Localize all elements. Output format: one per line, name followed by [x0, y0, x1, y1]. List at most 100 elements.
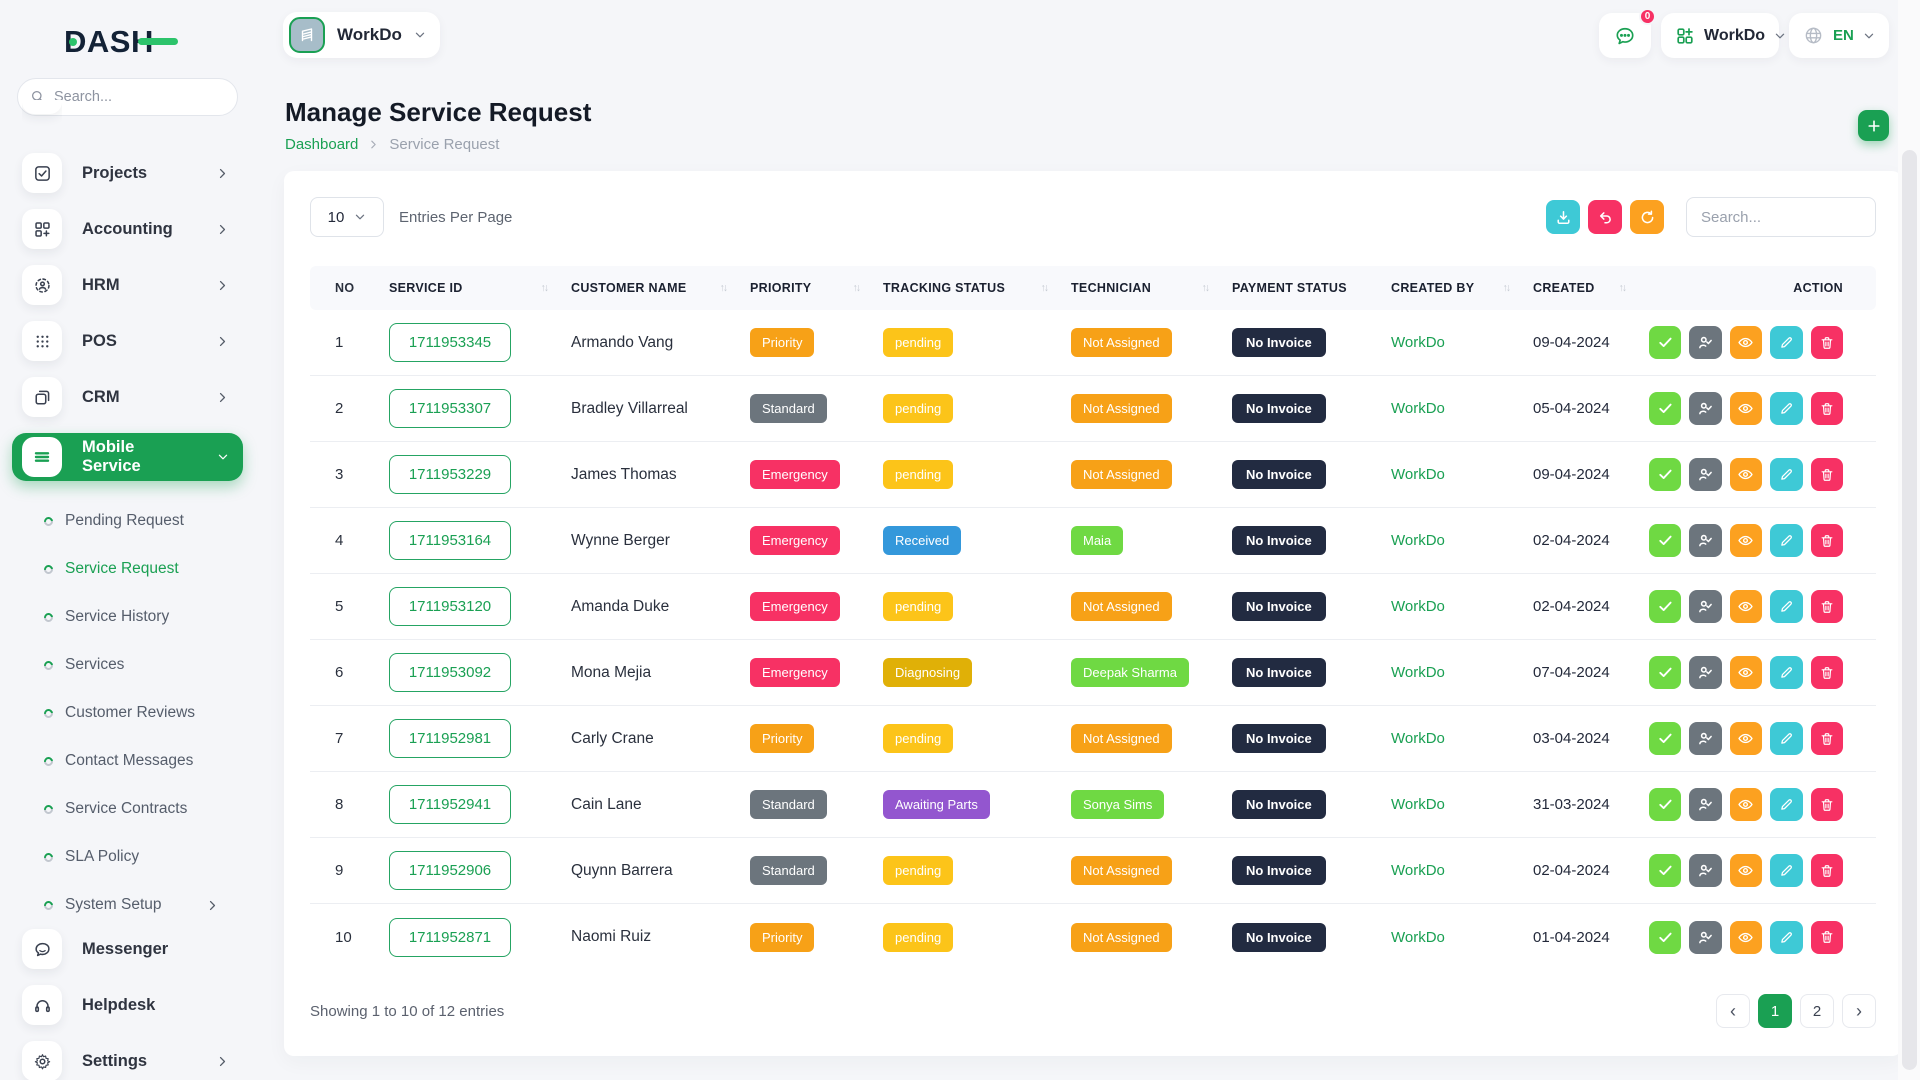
- sort-icon[interactable]: ↑↓: [1619, 282, 1626, 294]
- dash-logo[interactable]: DASH: [64, 24, 154, 60]
- sidebar-subitem-system-setup[interactable]: System Setup: [0, 881, 255, 929]
- edit-button[interactable]: [1770, 921, 1802, 954]
- page-scrollbar[interactable]: [1898, 0, 1920, 1080]
- sidebar-subitem-service-contracts[interactable]: Service Contracts: [0, 785, 255, 833]
- column-header-tracking-status[interactable]: TRACKING STATUS↑↓: [879, 281, 1067, 295]
- approve-button[interactable]: [1649, 854, 1681, 887]
- service-id-link[interactable]: 1711952981: [389, 719, 511, 758]
- created-by-link[interactable]: WorkDo: [1387, 598, 1529, 615]
- edit-button[interactable]: [1770, 722, 1802, 755]
- sidebar-item-crm[interactable]: CRM: [22, 377, 243, 417]
- service-id-link[interactable]: 1711953120: [389, 587, 511, 626]
- created-by-link[interactable]: WorkDo: [1387, 796, 1529, 813]
- breadcrumb-dashboard-link[interactable]: Dashboard: [285, 136, 358, 153]
- delete-button[interactable]: [1811, 788, 1843, 821]
- user-menu[interactable]: WorkDo: [1661, 13, 1779, 58]
- view-button[interactable]: [1730, 458, 1762, 491]
- created-by-link[interactable]: WorkDo: [1387, 532, 1529, 549]
- sidebar-subitem-contact-messages[interactable]: Contact Messages: [0, 737, 255, 785]
- created-by-link[interactable]: WorkDo: [1387, 862, 1529, 879]
- approve-button[interactable]: [1649, 921, 1681, 954]
- service-id-link[interactable]: 1711952906: [389, 851, 511, 890]
- approve-button[interactable]: [1649, 788, 1681, 821]
- view-button[interactable]: [1730, 854, 1762, 887]
- delete-button[interactable]: [1811, 524, 1843, 557]
- assign-technician-button[interactable]: [1689, 854, 1721, 887]
- export-button[interactable]: [1546, 200, 1580, 234]
- column-header-technician[interactable]: TECHNICIAN↑↓: [1067, 281, 1228, 295]
- language-selector[interactable]: EN: [1789, 13, 1889, 58]
- view-button[interactable]: [1730, 722, 1762, 755]
- delete-button[interactable]: [1811, 326, 1843, 359]
- assign-technician-button[interactable]: [1689, 392, 1721, 425]
- edit-button[interactable]: [1770, 392, 1802, 425]
- assign-technician-button[interactable]: [1689, 524, 1721, 557]
- delete-button[interactable]: [1811, 458, 1843, 491]
- assign-technician-button[interactable]: [1689, 788, 1721, 821]
- delete-button[interactable]: [1811, 854, 1843, 887]
- service-id-link[interactable]: 1711953307: [389, 389, 511, 428]
- refresh-button[interactable]: [1630, 200, 1664, 234]
- assign-technician-button[interactable]: [1689, 458, 1721, 491]
- sidebar-subitem-pending-request[interactable]: Pending Request: [0, 497, 255, 545]
- sort-icon[interactable]: ↑↓: [541, 282, 548, 294]
- entries-per-page-select[interactable]: 10: [310, 197, 384, 237]
- approve-button[interactable]: [1649, 458, 1681, 491]
- sidebar-item-mobile-service[interactable]: Mobile Service: [12, 433, 243, 481]
- approve-button[interactable]: [1649, 722, 1681, 755]
- pagination-prev-button[interactable]: ‹: [1716, 994, 1750, 1028]
- sort-icon[interactable]: ↑↓: [853, 282, 860, 294]
- delete-button[interactable]: [1811, 590, 1843, 623]
- column-header-created-by[interactable]: CREATED BY↑↓: [1387, 281, 1529, 295]
- view-button[interactable]: [1730, 921, 1762, 954]
- delete-button[interactable]: [1811, 722, 1843, 755]
- edit-button[interactable]: [1770, 590, 1802, 623]
- service-id-link[interactable]: 1711953345: [389, 323, 511, 362]
- approve-button[interactable]: [1649, 392, 1681, 425]
- pagination-next-button[interactable]: ›: [1842, 994, 1876, 1028]
- sidebar-item-messenger[interactable]: Messenger: [22, 929, 243, 969]
- sidebar-item-projects[interactable]: Projects: [22, 153, 243, 193]
- view-button[interactable]: [1730, 590, 1762, 623]
- create-service-request-button[interactable]: [1858, 110, 1889, 141]
- scrollbar-thumb[interactable]: [1902, 150, 1917, 1070]
- sidebar-subitem-service-history[interactable]: Service History: [0, 593, 255, 641]
- service-id-link[interactable]: 1711953229: [389, 455, 511, 494]
- assign-technician-button[interactable]: [1689, 590, 1721, 623]
- sort-icon[interactable]: ↑↓: [1503, 282, 1510, 294]
- assign-technician-button[interactable]: [1689, 722, 1721, 755]
- sidebar-item-accounting[interactable]: Accounting: [22, 209, 243, 249]
- created-by-link[interactable]: WorkDo: [1387, 730, 1529, 747]
- sidebar-item-hrm[interactable]: HRM: [22, 265, 243, 305]
- sort-icon[interactable]: ↑↓: [1202, 282, 1209, 294]
- column-header-priority[interactable]: PRIORITY↑↓: [746, 281, 879, 295]
- sidebar-subitem-sla-policy[interactable]: SLA Policy: [0, 833, 255, 881]
- edit-button[interactable]: [1770, 326, 1802, 359]
- table-search-input[interactable]: [1701, 209, 1861, 226]
- created-by-link[interactable]: WorkDo: [1387, 466, 1529, 483]
- sort-icon[interactable]: ↑↓: [720, 282, 727, 294]
- pagination-page-1[interactable]: 1: [1758, 994, 1792, 1028]
- workspace-switcher[interactable]: WorkDo: [283, 12, 440, 58]
- assign-technician-button[interactable]: [1689, 326, 1721, 359]
- sidebar-subitem-service-request[interactable]: Service Request: [0, 545, 255, 593]
- approve-button[interactable]: [1649, 590, 1681, 623]
- sidebar-subitem-services[interactable]: Services: [0, 641, 255, 689]
- sidebar-subitem-customer-reviews[interactable]: Customer Reviews: [0, 689, 255, 737]
- created-by-link[interactable]: WorkDo: [1387, 929, 1529, 946]
- sidebar-item-settings[interactable]: Settings: [22, 1041, 243, 1080]
- assign-technician-button[interactable]: [1689, 656, 1721, 689]
- delete-button[interactable]: [1811, 392, 1843, 425]
- created-by-link[interactable]: WorkDo: [1387, 334, 1529, 351]
- approve-button[interactable]: [1649, 524, 1681, 557]
- sidebar-item-helpdesk[interactable]: Helpdesk: [22, 985, 243, 1025]
- edit-button[interactable]: [1770, 656, 1802, 689]
- view-button[interactable]: [1730, 788, 1762, 821]
- approve-button[interactable]: [1649, 326, 1681, 359]
- view-button[interactable]: [1730, 326, 1762, 359]
- sort-icon[interactable]: ↑↓: [1041, 282, 1048, 294]
- view-button[interactable]: [1730, 524, 1762, 557]
- approve-button[interactable]: [1649, 656, 1681, 689]
- edit-button[interactable]: [1770, 854, 1802, 887]
- reset-button[interactable]: [1588, 200, 1622, 234]
